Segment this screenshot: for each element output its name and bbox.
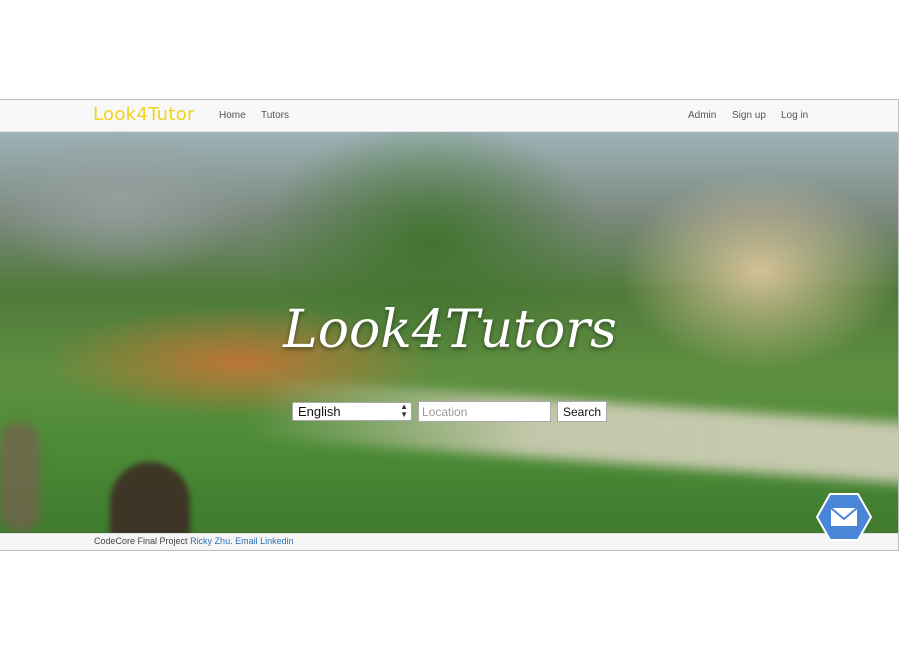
- nav-admin-link[interactable]: Admin: [688, 110, 716, 121]
- nav-home-link[interactable]: Home: [219, 110, 246, 121]
- nav-login-link[interactable]: Log in: [781, 110, 808, 121]
- app-window: Look4Tutor Home Tutors Admin Sign up Log…: [0, 99, 899, 551]
- contact-mail-button[interactable]: [815, 492, 873, 542]
- footer-email-link[interactable]: Email: [235, 536, 258, 546]
- hero-background: Look4Tutors English ▲▼ Search: [0, 132, 898, 542]
- select-arrows-icon: ▲ ▼: [400, 402, 408, 419]
- navbar: Look4Tutor Home Tutors Admin Sign up Log…: [0, 100, 898, 132]
- footer-author-link[interactable]: Ricky Zhu.: [190, 536, 233, 546]
- footer: CodeCore Final Project Ricky Zhu. Email …: [0, 533, 898, 550]
- language-select[interactable]: English ▲ ▼: [292, 402, 412, 421]
- footer-text-container: CodeCore Final Project Ricky Zhu. Email …: [94, 536, 294, 546]
- hero-figure-decoration: [0, 422, 40, 532]
- mail-icon: [815, 493, 873, 541]
- location-input[interactable]: [418, 401, 551, 422]
- brand-logo[interactable]: Look4Tutor: [93, 104, 195, 125]
- footer-linkedin-link[interactable]: Linkedin: [260, 536, 294, 546]
- hero-path-decoration: [248, 377, 898, 487]
- language-select-value: English: [298, 404, 341, 419]
- hero-figure-decoration: [110, 462, 190, 542]
- nav-signup-link[interactable]: Sign up: [732, 110, 766, 121]
- hero-title: Look4Tutors: [283, 300, 617, 360]
- footer-text: CodeCore Final Project: [94, 536, 188, 546]
- nav-tutors-link[interactable]: Tutors: [261, 110, 289, 121]
- search-button[interactable]: Search: [557, 401, 607, 422]
